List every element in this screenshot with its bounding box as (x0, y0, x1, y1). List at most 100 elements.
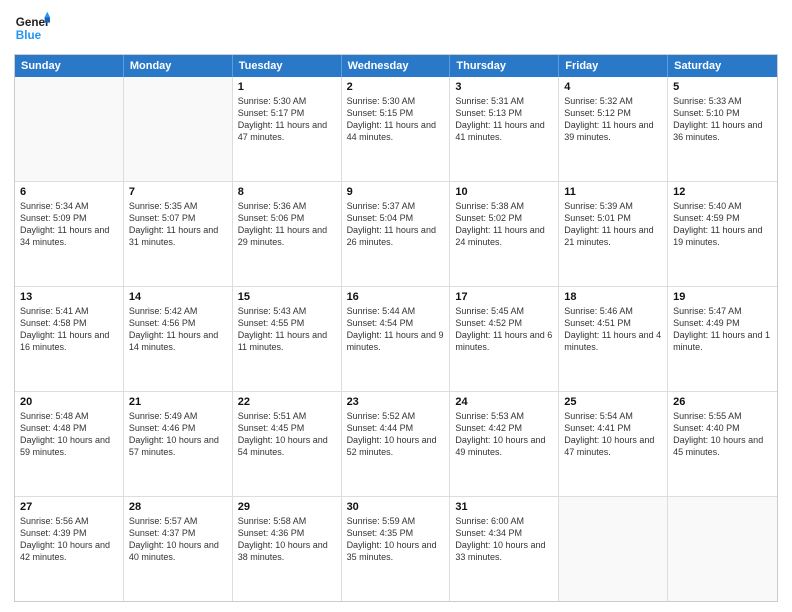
day-cell-2: 2 Sunrise: 5:30 AMSunset: 5:15 PMDaylight… (342, 77, 451, 181)
day-number: 24 (455, 396, 553, 408)
day-info: Sunrise: 5:58 AMSunset: 4:36 PMDaylight:… (238, 515, 336, 564)
day-info: Sunrise: 5:44 AMSunset: 4:54 PMDaylight:… (347, 305, 445, 354)
calendar-header: SundayMondayTuesdayWednesdayThursdayFrid… (15, 55, 777, 77)
day-number: 19 (673, 291, 772, 303)
day-cell-31: 31 Sunrise: 6:00 AMSunset: 4:34 PMDayligh… (450, 497, 559, 601)
logo-icon: General Blue (14, 10, 50, 46)
day-info: Sunrise: 5:37 AMSunset: 5:04 PMDaylight:… (347, 200, 445, 249)
day-number: 26 (673, 396, 772, 408)
day-cell-15: 15 Sunrise: 5:43 AMSunset: 4:55 PMDayligh… (233, 287, 342, 391)
day-cell-3: 3 Sunrise: 5:31 AMSunset: 5:13 PMDaylight… (450, 77, 559, 181)
day-cell-12: 12 Sunrise: 5:40 AMSunset: 4:59 PMDayligh… (668, 182, 777, 286)
page: General Blue SundayMondayTuesdayWednesda… (0, 0, 792, 612)
day-info: Sunrise: 5:39 AMSunset: 5:01 PMDaylight:… (564, 200, 662, 249)
day-number: 2 (347, 81, 445, 93)
day-info: Sunrise: 5:55 AMSunset: 4:40 PMDaylight:… (673, 410, 772, 459)
day-number: 9 (347, 186, 445, 198)
day-info: Sunrise: 5:38 AMSunset: 5:02 PMDaylight:… (455, 200, 553, 249)
header-day-friday: Friday (559, 55, 668, 77)
day-info: Sunrise: 5:30 AMSunset: 5:17 PMDaylight:… (238, 95, 336, 144)
day-number: 16 (347, 291, 445, 303)
day-number: 18 (564, 291, 662, 303)
day-number: 20 (20, 396, 118, 408)
day-info: Sunrise: 5:52 AMSunset: 4:44 PMDaylight:… (347, 410, 445, 459)
day-info: Sunrise: 5:48 AMSunset: 4:48 PMDaylight:… (20, 410, 118, 459)
day-cell-27: 27 Sunrise: 5:56 AMSunset: 4:39 PMDayligh… (15, 497, 124, 601)
day-cell-23: 23 Sunrise: 5:52 AMSunset: 4:44 PMDayligh… (342, 392, 451, 496)
svg-text:Blue: Blue (16, 29, 42, 42)
day-number: 23 (347, 396, 445, 408)
day-cell-28: 28 Sunrise: 5:57 AMSunset: 4:37 PMDayligh… (124, 497, 233, 601)
day-number: 31 (455, 501, 553, 513)
calendar-row-1: 6 Sunrise: 5:34 AMSunset: 5:09 PMDaylight… (15, 182, 777, 287)
day-cell-1: 1 Sunrise: 5:30 AMSunset: 5:17 PMDaylight… (233, 77, 342, 181)
day-number: 27 (20, 501, 118, 513)
day-cell-21: 21 Sunrise: 5:49 AMSunset: 4:46 PMDayligh… (124, 392, 233, 496)
day-info: Sunrise: 5:34 AMSunset: 5:09 PMDaylight:… (20, 200, 118, 249)
day-number: 13 (20, 291, 118, 303)
day-number: 12 (673, 186, 772, 198)
logo: General Blue (14, 10, 50, 46)
calendar: SundayMondayTuesdayWednesdayThursdayFrid… (14, 54, 778, 602)
day-cell-7: 7Sunrise: 5:35 AMSunset: 5:07 PMDaylight… (124, 182, 233, 286)
empty-cell-0-0 (15, 77, 124, 181)
header-day-thursday: Thursday (450, 55, 559, 77)
day-info: Sunrise: 5:56 AMSunset: 4:39 PMDaylight:… (20, 515, 118, 564)
day-cell-5: 5 Sunrise: 5:33 AMSunset: 5:10 PMDaylight… (668, 77, 777, 181)
day-info: Sunrise: 5:33 AMSunset: 5:10 PMDaylight:… (673, 95, 772, 144)
day-number: 3 (455, 81, 553, 93)
day-info: Sunrise: 5:57 AMSunset: 4:37 PMDaylight:… (129, 515, 227, 564)
day-number: 21 (129, 396, 227, 408)
day-number: 8 (238, 186, 336, 198)
day-cell-10: 10 Sunrise: 5:38 AMSunset: 5:02 PMDayligh… (450, 182, 559, 286)
day-info: Sunrise: 5:46 AMSunset: 4:51 PMDaylight:… (564, 305, 662, 354)
day-number: 28 (129, 501, 227, 513)
day-number: 1 (238, 81, 336, 93)
calendar-row-2: 13Sunrise: 5:41 AMSunset: 4:58 PMDayligh… (15, 287, 777, 392)
day-cell-11: 11 Sunrise: 5:39 AMSunset: 5:01 PMDayligh… (559, 182, 668, 286)
day-cell-25: 25Sunrise: 5:54 AMSunset: 4:41 PMDayligh… (559, 392, 668, 496)
day-number: 29 (238, 501, 336, 513)
day-cell-22: 22Sunrise: 5:51 AMSunset: 4:45 PMDayligh… (233, 392, 342, 496)
day-info: Sunrise: 6:00 AMSunset: 4:34 PMDaylight:… (455, 515, 553, 564)
header-day-monday: Monday (124, 55, 233, 77)
day-info: Sunrise: 5:47 AMSunset: 4:49 PMDaylight:… (673, 305, 772, 354)
day-info: Sunrise: 5:30 AMSunset: 5:15 PMDaylight:… (347, 95, 445, 144)
day-info: Sunrise: 5:59 AMSunset: 4:35 PMDaylight:… (347, 515, 445, 564)
day-info: Sunrise: 5:43 AMSunset: 4:55 PMDaylight:… (238, 305, 336, 354)
day-cell-4: 4Sunrise: 5:32 AMSunset: 5:12 PMDaylight… (559, 77, 668, 181)
day-cell-20: 20 Sunrise: 5:48 AMSunset: 4:48 PMDayligh… (15, 392, 124, 496)
empty-cell-0-1 (124, 77, 233, 181)
day-number: 30 (347, 501, 445, 513)
day-number: 22 (238, 396, 336, 408)
calendar-row-4: 27 Sunrise: 5:56 AMSunset: 4:39 PMDayligh… (15, 497, 777, 601)
day-info: Sunrise: 5:31 AMSunset: 5:13 PMDaylight:… (455, 95, 553, 144)
day-number: 14 (129, 291, 227, 303)
day-number: 7 (129, 186, 227, 198)
header-day-saturday: Saturday (668, 55, 777, 77)
day-info: Sunrise: 5:49 AMSunset: 4:46 PMDaylight:… (129, 410, 227, 459)
header-day-wednesday: Wednesday (342, 55, 451, 77)
calendar-row-0: 1 Sunrise: 5:30 AMSunset: 5:17 PMDaylight… (15, 77, 777, 182)
day-info: Sunrise: 5:53 AMSunset: 4:42 PMDaylight:… (455, 410, 553, 459)
day-cell-13: 13Sunrise: 5:41 AMSunset: 4:58 PMDayligh… (15, 287, 124, 391)
day-cell-14: 14 Sunrise: 5:42 AMSunset: 4:56 PMDayligh… (124, 287, 233, 391)
day-info: Sunrise: 5:42 AMSunset: 4:56 PMDaylight:… (129, 305, 227, 354)
day-cell-17: 17 Sunrise: 5:45 AMSunset: 4:52 PMDayligh… (450, 287, 559, 391)
day-cell-30: 30 Sunrise: 5:59 AMSunset: 4:35 PMDayligh… (342, 497, 451, 601)
day-number: 17 (455, 291, 553, 303)
day-info: Sunrise: 5:45 AMSunset: 4:52 PMDaylight:… (455, 305, 553, 354)
day-number: 15 (238, 291, 336, 303)
empty-cell-4-6 (668, 497, 777, 601)
header-day-tuesday: Tuesday (233, 55, 342, 77)
header-day-sunday: Sunday (15, 55, 124, 77)
day-number: 11 (564, 186, 662, 198)
day-info: Sunrise: 5:36 AMSunset: 5:06 PMDaylight:… (238, 200, 336, 249)
day-info: Sunrise: 5:40 AMSunset: 4:59 PMDaylight:… (673, 200, 772, 249)
day-number: 10 (455, 186, 553, 198)
day-number: 4 (564, 81, 662, 93)
day-cell-18: 18 Sunrise: 5:46 AMSunset: 4:51 PMDayligh… (559, 287, 668, 391)
day-number: 5 (673, 81, 772, 93)
day-number: 6 (20, 186, 118, 198)
day-cell-19: 19 Sunrise: 5:47 AMSunset: 4:49 PMDayligh… (668, 287, 777, 391)
